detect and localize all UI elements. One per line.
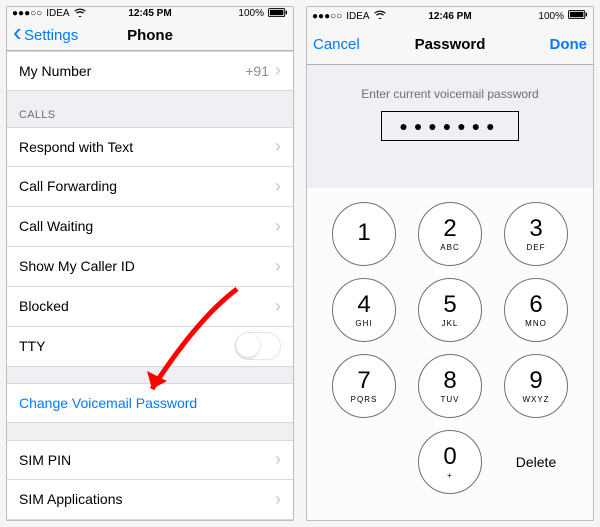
password-dots: ●●●●●●● bbox=[399, 118, 500, 134]
clock: 12:45 PM bbox=[7, 8, 293, 19]
nav-bar: Cancel Password Done bbox=[307, 25, 593, 65]
key-0[interactable]: 0+ bbox=[418, 430, 482, 494]
change-voicemail-password-row[interactable]: Change Voicemail Password bbox=[7, 383, 293, 423]
back-button[interactable]: Settings bbox=[7, 26, 84, 44]
key-3[interactable]: 3DEF bbox=[504, 202, 568, 266]
clock: 12:46 PM bbox=[307, 11, 593, 22]
key-7[interactable]: 7PQRS bbox=[332, 354, 396, 418]
chevron-right-icon: › bbox=[275, 136, 281, 157]
my-number-row[interactable]: My Number +91 › bbox=[7, 51, 293, 91]
password-field[interactable]: ●●●●●●● bbox=[381, 111, 519, 141]
my-number-label: My Number bbox=[19, 63, 245, 79]
tty-row: TTY bbox=[7, 327, 293, 367]
key-1[interactable]: 1 bbox=[332, 202, 396, 266]
sim-pin-row[interactable]: SIM PIN › bbox=[7, 440, 293, 480]
key-4[interactable]: 4GHI bbox=[332, 278, 396, 342]
right-screen: ●●●○○ IDEA 12:46 PM 100% Cancel Password… bbox=[306, 6, 594, 521]
respond-row[interactable]: Respond with Text › bbox=[7, 127, 293, 167]
password-prompt: Enter current voicemail password bbox=[307, 87, 593, 101]
keypad: 1 2ABC 3DEF 4GHI 5JKL 6MNO 7PQRS 8TUV 9W… bbox=[307, 188, 593, 520]
blocked-row[interactable]: Blocked › bbox=[7, 287, 293, 327]
my-number-value: +91 bbox=[245, 63, 269, 79]
cancel-button[interactable]: Cancel bbox=[307, 36, 366, 53]
back-label: Settings bbox=[24, 27, 78, 44]
left-screen: ●●●○○ IDEA 12:45 PM 100% Settings Phone … bbox=[6, 6, 294, 521]
tty-switch[interactable] bbox=[235, 332, 281, 360]
chevron-right-icon: › bbox=[275, 256, 281, 277]
chevron-right-icon: › bbox=[275, 449, 281, 470]
caller-id-row[interactable]: Show My Caller ID › bbox=[7, 247, 293, 287]
key-6[interactable]: 6MNO bbox=[504, 278, 568, 342]
calls-header: CALLS bbox=[7, 91, 293, 127]
chevron-left-icon bbox=[13, 26, 24, 44]
key-2[interactable]: 2ABC bbox=[418, 202, 482, 266]
chevron-right-icon: › bbox=[275, 296, 281, 317]
done-button[interactable]: Done bbox=[544, 36, 594, 53]
status-bar: ●●●○○ IDEA 12:46 PM 100% bbox=[307, 7, 593, 25]
chevron-right-icon: › bbox=[275, 176, 281, 197]
delete-button[interactable]: Delete bbox=[504, 454, 568, 470]
sim-apps-row[interactable]: SIM Applications › bbox=[7, 480, 293, 520]
status-bar: ●●●○○ IDEA 12:45 PM 100% bbox=[7, 7, 293, 21]
chevron-right-icon: › bbox=[275, 489, 281, 510]
forwarding-row[interactable]: Call Forwarding › bbox=[7, 167, 293, 207]
chevron-right-icon: › bbox=[275, 216, 281, 237]
key-9[interactable]: 9WXYZ bbox=[504, 354, 568, 418]
chevron-right-icon: › bbox=[275, 60, 281, 81]
waiting-row[interactable]: Call Waiting › bbox=[7, 207, 293, 247]
key-5[interactable]: 5JKL bbox=[418, 278, 482, 342]
nav-bar: Settings Phone bbox=[7, 21, 293, 51]
key-8[interactable]: 8TUV bbox=[418, 354, 482, 418]
